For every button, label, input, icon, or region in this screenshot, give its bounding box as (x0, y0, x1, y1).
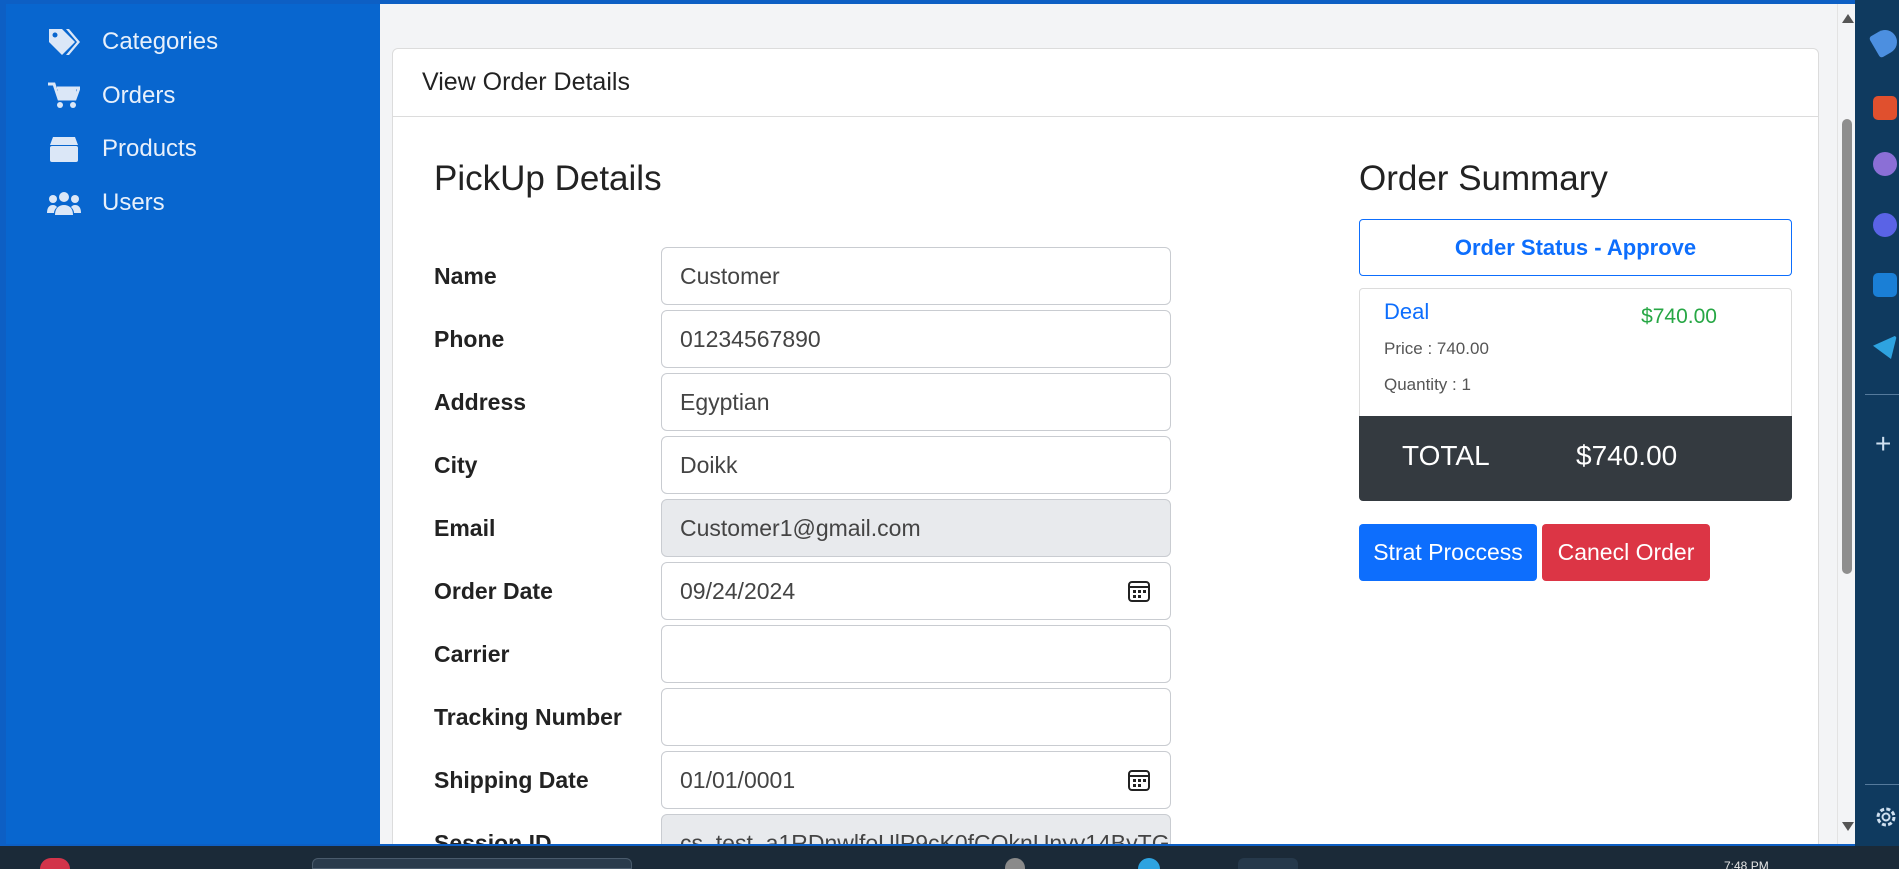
scroll-thumb[interactable] (1842, 119, 1852, 574)
cart-icon (46, 80, 82, 112)
field-label: Carrier (434, 640, 510, 667)
order-details-card: View Order Details PickUp Details Name C… (392, 48, 1819, 844)
field-label: Address (434, 388, 527, 415)
field-label: Session ID (434, 829, 552, 845)
field-city-row: City Doikk (434, 436, 1174, 494)
email-field: Customer1@gmail.com (661, 499, 1171, 557)
rail-divider (1865, 784, 1899, 785)
taskbar-app-icon[interactable] (1138, 858, 1160, 869)
outlook-icon[interactable] (1873, 273, 1897, 297)
order-item-list: Deal $740.00 Price : 740.00 Quantity : 1 (1359, 288, 1792, 416)
field-phone-row: Phone 01234567890 (434, 310, 1174, 368)
taskbar-app-icon[interactable] (40, 858, 70, 869)
vertical-scrollbar[interactable] (1837, 4, 1855, 844)
order-date-input[interactable]: 09/24/2024 (661, 562, 1171, 620)
item-name: Deal (1384, 299, 1430, 324)
rail-divider (1865, 394, 1899, 395)
session-id-field: cs_test_a1RDnwlfoUlP9cK0fCQknUnyy14ByTGs (661, 814, 1171, 844)
sidebar: Categories Orders Products Users (6, 4, 380, 844)
name-input[interactable]: Customer (661, 247, 1171, 305)
start-process-button[interactable]: Strat Proccess (1359, 524, 1537, 581)
calendar-icon[interactable] (1128, 769, 1150, 791)
city-input[interactable]: Doikk (661, 436, 1171, 494)
taskbar-active-app[interactable] (1238, 858, 1298, 869)
sidebar-item-categories[interactable]: Categories (46, 22, 218, 62)
phone-input[interactable]: 01234567890 (661, 310, 1171, 368)
tags-icon (46, 26, 82, 58)
send-icon[interactable] (1873, 335, 1897, 359)
app-rail: + (1855, 0, 1899, 846)
scroll-down-icon[interactable] (1842, 822, 1854, 831)
order-status-badge: Order Status - Approve (1359, 219, 1792, 276)
total-label: TOTAL (1402, 440, 1490, 471)
carrier-input[interactable] (661, 625, 1171, 683)
address-input[interactable]: Egyptian (661, 373, 1171, 431)
item-price: Price : 740.00 (1384, 339, 1489, 358)
cancel-order-button[interactable]: Canecl Order (1542, 524, 1710, 581)
taskbar: 7:48 PM (0, 846, 1899, 869)
sidebar-item-products[interactable]: Products (46, 129, 197, 169)
users-icon (46, 187, 82, 219)
sidebar-item-label: Orders (102, 82, 176, 109)
clock: 7:48 PM (1724, 859, 1769, 869)
scroll-up-icon[interactable] (1842, 14, 1854, 23)
sidebar-item-orders[interactable]: Orders (46, 76, 175, 116)
field-name-row: Name Customer (434, 247, 1174, 305)
field-label: Shipping Date (434, 766, 589, 793)
field-label: Order Date (434, 577, 553, 604)
field-shipping-date-row: Shipping Date 01/01/0001 (434, 751, 1174, 809)
tag-icon[interactable] (1868, 25, 1899, 59)
app-window: Categories Orders Products Users View Or… (0, 0, 1855, 846)
box-icon (46, 133, 82, 165)
pickup-details-title: PickUp Details (434, 159, 662, 198)
field-carrier-row: Carrier (434, 625, 1174, 683)
total-value: $740.00 (1576, 440, 1678, 471)
field-label: Email (434, 514, 496, 541)
field-tracking-row: Tracking Number (434, 688, 1174, 746)
taskbar-search[interactable] (312, 858, 632, 869)
taskbar-app-icon[interactable] (1005, 858, 1025, 869)
card-header: View Order Details (393, 49, 1818, 117)
field-session-row: Session ID cs_test_a1RDnwlfoUlP9cK0fCQkn… (434, 814, 1174, 844)
copilot-icon[interactable] (1873, 213, 1897, 237)
shipping-date-input[interactable]: 01/01/0001 (661, 751, 1171, 809)
field-label: Name (434, 262, 497, 289)
tracking-number-input[interactable] (661, 688, 1171, 746)
field-order-date-row: Order Date 09/24/2024 (434, 562, 1174, 620)
field-label: Phone (434, 325, 505, 352)
item-amount: $740.00 (1641, 305, 1717, 328)
order-total: TOTAL $740.00 (1359, 416, 1792, 501)
add-icon[interactable]: + (1875, 430, 1891, 458)
order-summary-title: Order Summary (1359, 159, 1608, 198)
sidebar-item-users[interactable]: Users (46, 183, 165, 223)
toolbox-icon[interactable] (1873, 96, 1897, 120)
field-address-row: Address Egyptian (434, 373, 1174, 431)
order-date-value: 09/24/2024 (680, 577, 796, 604)
sidebar-item-label: Products (102, 135, 197, 162)
calendar-icon[interactable] (1128, 580, 1150, 602)
sidebar-item-label: Users (102, 189, 165, 216)
item-quantity: Quantity : 1 (1384, 375, 1471, 394)
main-content: View Order Details PickUp Details Name C… (380, 4, 1837, 844)
sidebar-item-label: Categories (102, 28, 219, 55)
people-icon[interactable] (1873, 152, 1897, 176)
shipping-date-value: 01/01/0001 (680, 766, 796, 793)
gear-icon[interactable] (1874, 805, 1898, 829)
field-email-row: Email Customer1@gmail.com (434, 499, 1174, 557)
field-label: City (434, 451, 478, 478)
field-label: Tracking Number (434, 703, 622, 730)
